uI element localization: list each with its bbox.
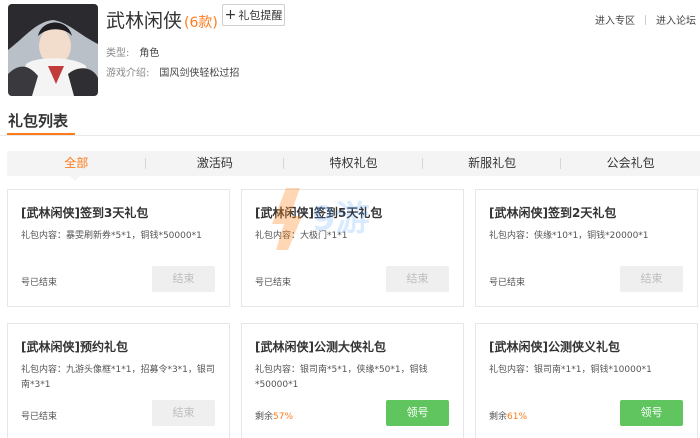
plus-icon: +	[224, 7, 237, 23]
game-avatar[interactable]	[8, 4, 98, 96]
game-type-row: 类型: 角色	[106, 44, 159, 59]
active-tab-caret	[70, 176, 80, 181]
gift-card: [武林闲侠]公测大侠礼包 礼包内容：银司南*5*1，侠缘*50*1，铜钱*500…	[241, 323, 464, 438]
gift-card-title[interactable]: [武林闲侠]签到5天礼包	[255, 204, 382, 221]
remaining-label: 剩余	[489, 412, 508, 422]
gift-card-content: 礼包内容：大极门*1*1	[255, 231, 348, 241]
tab-activation-code[interactable]: 激活码	[146, 151, 285, 176]
gift-card: [武林闲侠]签到2天礼包 礼包内容：侠缘*10*1，铜钱*20000*1 号已结…	[475, 189, 698, 307]
top-links: 进入专区 进入论坛	[595, 12, 696, 27]
gift-card-status: 号已结束	[21, 412, 58, 422]
claim-button[interactable]: 领号	[386, 400, 449, 426]
gift-card-title[interactable]: [武林闲侠]签到3天礼包	[21, 204, 148, 221]
game-header: 武林闲侠 (6款) + 礼包提醒 类型: 角色 游戏介绍: 国风剑侠轻松过招 进入专区…	[0, 0, 700, 104]
gift-card: [武林闲侠]签到3天礼包 礼包内容：暴雯刷新券*5*1，铜钱*50000*1 号…	[7, 189, 230, 307]
type-value: 角色	[139, 48, 160, 59]
enter-forum-link[interactable]: 进入论坛	[656, 12, 696, 27]
tab-guild-gift[interactable]: 公会礼包	[561, 151, 700, 176]
gift-card-status: 号已结束	[489, 278, 526, 288]
tab-new-server-gift[interactable]: 新服礼包	[423, 151, 562, 176]
ended-button: 结束	[620, 266, 683, 292]
gift-remind-label: 礼包提醒	[238, 9, 283, 22]
gift-remind-button[interactable]: + 礼包提醒	[222, 4, 285, 26]
gift-card-title[interactable]: [武林闲侠]公测侠义礼包	[489, 338, 620, 355]
ended-button: 结束	[152, 266, 215, 292]
gift-card: [武林闲侠]签到5天礼包 礼包内容：大极门*1*1 号已结束 结束	[241, 189, 464, 307]
tab-privilege-gift[interactable]: 特权礼包	[284, 151, 423, 176]
gift-card-status: 剩余57%	[255, 409, 293, 422]
gift-count: (6款)	[184, 15, 218, 31]
gift-card-content: 礼包内容：侠缘*10*1，铜钱*20000*1	[489, 231, 649, 241]
ended-button: 结束	[386, 266, 449, 292]
gift-card-content: 礼包内容：暴雯刷新券*5*1，铜钱*50000*1	[21, 231, 202, 241]
tab-all[interactable]: 全部	[7, 151, 146, 176]
gift-card-title[interactable]: [武林闲侠]公测大侠礼包	[255, 338, 386, 355]
ended-button: 结束	[152, 400, 215, 426]
gift-card-content: 礼包内容：银司南*5*1，侠缘*50*1，铜钱*50000*1	[255, 365, 428, 390]
section-divider	[0, 135, 700, 136]
remaining-label: 剩余	[255, 412, 274, 422]
gift-card-status: 号已结束	[255, 278, 292, 288]
intro-label: 游戏介绍:	[106, 68, 150, 79]
enter-zone-link[interactable]: 进入专区	[595, 12, 635, 27]
remaining-percent: 57%	[273, 412, 294, 422]
section-title-underline	[7, 133, 75, 135]
section-title: 礼包列表	[8, 112, 69, 130]
gift-card-status: 号已结束	[21, 278, 58, 288]
gift-card-title[interactable]: [武林闲侠]签到2天礼包	[489, 204, 616, 221]
gift-card-content: 礼包内容：九游头像框*1*1，招募令*3*1，银司南*3*1	[21, 365, 215, 390]
game-avatar-image	[8, 4, 98, 96]
gift-card-content: 礼包内容：银司南*1*1，铜钱*10000*1	[489, 365, 652, 375]
gift-card: [武林闲侠]公测侠义礼包 礼包内容：银司南*1*1，铜钱*10000*1 剩余6…	[475, 323, 698, 438]
gift-card-status: 剩余61%	[489, 409, 527, 422]
intro-value: 国风剑侠轻松过招	[159, 68, 240, 79]
claim-button[interactable]: 领号	[620, 400, 683, 426]
game-intro-row: 游戏介绍: 国风剑侠轻松过招	[106, 64, 239, 79]
link-divider	[645, 14, 646, 25]
gift-card: [武林闲侠]预约礼包 礼包内容：九游头像框*1*1，招募令*3*1，银司南*3*…	[7, 323, 230, 438]
game-name: 武林闲侠	[106, 10, 183, 32]
game-title: 武林闲侠 (6款)	[106, 6, 218, 33]
remaining-percent: 61%	[507, 412, 528, 422]
gift-card-title[interactable]: [武林闲侠]预约礼包	[21, 338, 128, 355]
gift-tabs: 全部 激活码 特权礼包 新服礼包 公会礼包	[7, 151, 700, 176]
type-label: 类型:	[106, 48, 130, 59]
